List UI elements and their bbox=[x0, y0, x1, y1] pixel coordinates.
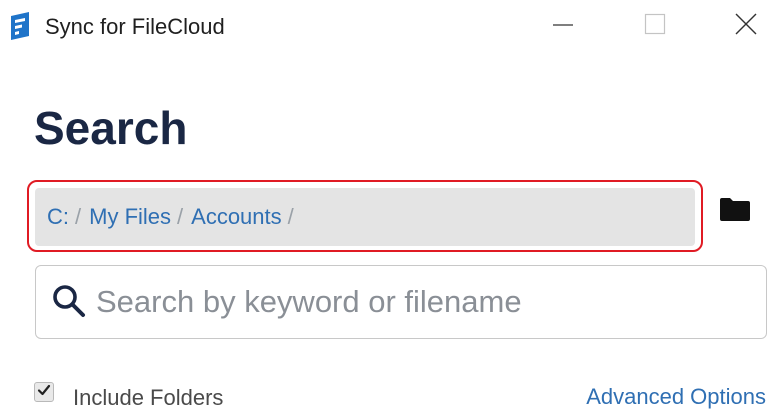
breadcrumb-item-my-files[interactable]: My Files bbox=[89, 204, 171, 230]
title-bar: Sync for FileCloud bbox=[0, 0, 770, 52]
search-input[interactable] bbox=[96, 280, 746, 324]
include-folders-checkbox[interactable] bbox=[34, 382, 54, 402]
checkmark-icon bbox=[37, 383, 51, 402]
filecloud-logo-icon bbox=[8, 12, 32, 40]
breadcrumb-separator: / bbox=[287, 204, 294, 229]
browse-folder-button[interactable] bbox=[718, 196, 752, 226]
window-title: Sync for FileCloud bbox=[45, 14, 225, 39]
folder-icon bbox=[719, 196, 751, 227]
breadcrumb-item-accounts[interactable]: Accounts bbox=[191, 204, 282, 230]
search-box bbox=[35, 265, 767, 339]
breadcrumb-separator: / bbox=[75, 204, 82, 229]
breadcrumb-item-drive[interactable]: C: bbox=[47, 204, 69, 230]
page-title: Search bbox=[34, 102, 188, 154]
search-icon bbox=[52, 284, 86, 318]
close-icon bbox=[734, 12, 758, 41]
advanced-options-link[interactable]: Advanced Options bbox=[586, 384, 766, 410]
minimize-button[interactable] bbox=[532, 0, 594, 52]
breadcrumb-separator: / bbox=[177, 204, 184, 229]
close-button[interactable] bbox=[722, 0, 770, 52]
breadcrumb: C: / My Files / Accounts / bbox=[35, 188, 695, 246]
include-folders-label: Include Folders bbox=[73, 385, 224, 410]
minimize-icon bbox=[552, 13, 574, 40]
maximize-icon bbox=[644, 13, 666, 40]
maximize-button[interactable] bbox=[624, 0, 686, 52]
